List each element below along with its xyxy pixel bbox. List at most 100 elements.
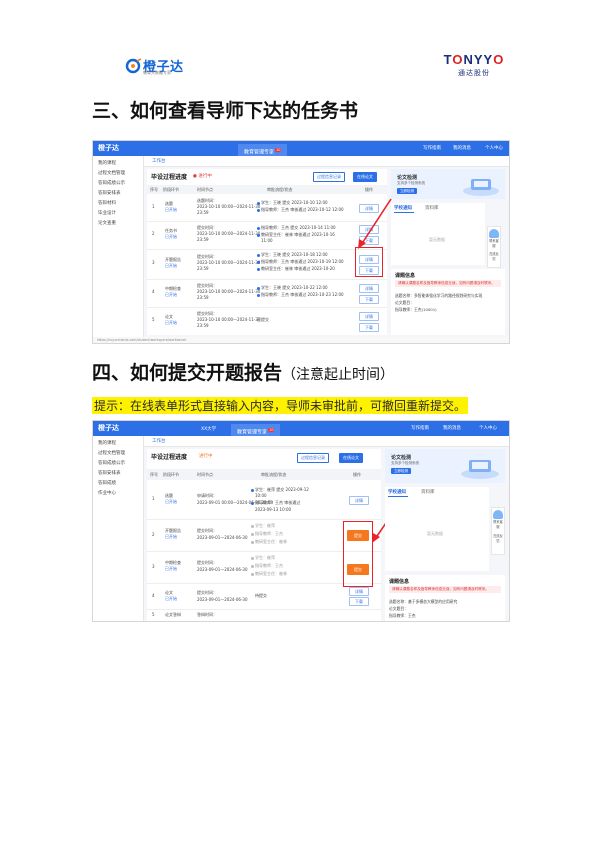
sidebar-item[interactable]: 我的课程 (93, 439, 143, 449)
sidebar-item[interactable]: 过程文档管理 (93, 169, 143, 179)
contact-service-button[interactable]: 联系客服 (492, 520, 504, 530)
sidebar-item[interactable]: 答辩材料 (93, 199, 143, 209)
topic-warning: 请确认课题名称及指导教师信息无误，如有问题请及时联系。 (389, 586, 501, 593)
sidebar-item[interactable]: 论文查重 (93, 219, 143, 229)
profile-link[interactable]: 个人中心 (485, 145, 503, 151)
table-header: 序号 阶段环节 时间节点 审批流程/状态 操作 (147, 469, 381, 480)
detail-button[interactable]: 详情 (359, 312, 379, 321)
tab-workbench[interactable]: 工作台 (152, 158, 166, 164)
feedback-button[interactable]: 在线反馈 (492, 534, 504, 544)
screenshot-task-book: 橙子达 教育管理专家 10 写作指南 我的消息 个人中心 我的课程 过程文档管理 … (92, 140, 510, 344)
tab-library[interactable]: 资料库 (425, 205, 439, 211)
topic-warning: 请确认课题名称及指导教师信息无误，如有问题请及时联系。 (395, 280, 501, 287)
tab-workbench[interactable]: 工作台 (152, 438, 166, 444)
section3-heading: 三、如何查看导师下达的任务书 (92, 100, 359, 122)
messages-link[interactable]: 我的消息 (453, 145, 471, 151)
topic-info-panel: 课题信息 请确认课题名称及指导教师信息无误，如有问题请及时联系。 选题名称：多智… (391, 269, 505, 335)
guide-link[interactable]: 写作指南 (423, 145, 441, 151)
app-tab[interactable]: 教育管理专家 10 (238, 144, 288, 156)
table-row: 2 任务书 已开始 提交时间： 2023-10-10 00:00—2024-11… (147, 221, 387, 250)
progress-panel: 毕设过程进度 ● 进行中 过程信息记录 在线论文 序号 阶段环节 时间节点 审批… (147, 169, 387, 335)
tab-library[interactable]: 资料库 (421, 489, 435, 495)
table-row: 5 论文答辩 答辩时间： (152, 612, 217, 617)
progress-panel: 毕设过程进度 进行中 过程信息记录 在线论文 序号 阶段环节 时间节点 审批流程… (147, 449, 381, 621)
sidebar-item[interactable]: 过程文档管理 (93, 449, 143, 459)
table-row: 5 论文 已开始 提交时间： 2023-10-10 00:00—2024-11-… (147, 307, 387, 335)
panel-title: 毕设过程进度 (151, 454, 188, 461)
platform-illustration-icon (463, 179, 499, 196)
feedback-button[interactable]: 在线反馈 (488, 252, 500, 262)
tab-school-notice[interactable]: 学校通知 (394, 205, 412, 211)
floating-toolbar: 联系客服 在线反馈 (491, 507, 505, 555)
topic-info-panel: 课题信息 请确认课题名称及指导教师信息无误，如有问题请及时联系。 选题名称：基于… (385, 575, 505, 621)
table-row: 4 中期检查 已开始 提交时间： 2023-10-10 00:00—2024-1… (147, 279, 387, 308)
check-now-button[interactable]: 立即检测 (391, 468, 411, 474)
notice-panel: 学校通知 资料库 暂无数据 (385, 487, 489, 571)
deadline-note: （注意起止时间） (282, 367, 395, 383)
tonyyo-logo: TONYYO 通达股份 (433, 52, 515, 82)
sidebar-item[interactable]: 我的课程 (93, 159, 143, 169)
download-button[interactable]: 下载 (359, 323, 379, 332)
browser-status-bar: https://cxy.orchardx.com/student/workspa… (93, 337, 509, 343)
topic-info-title: 课题信息 (395, 273, 416, 279)
detail-button[interactable]: 详情 (349, 587, 369, 596)
detail-button[interactable]: 详情 (349, 496, 369, 505)
contact-service-button[interactable]: 联系客服 (488, 239, 500, 249)
sidebar-item[interactable]: 毕业设计 (93, 209, 143, 219)
floating-toolbar: 联系客服 在线反馈 (487, 226, 501, 268)
thesis-check-card: 论文检测 支持多个检测系统 立即检测 (391, 169, 505, 199)
screenshot-submit-proposal: 橙子达 XX大学 教育管理专家 10 写作指南 我的消息 个人中心 我的课程 过程… (92, 420, 510, 622)
empty-state: 暂无数据 (427, 531, 443, 536)
check-now-button[interactable]: 立即检测 (397, 188, 417, 194)
app-topbar: 橙子达 XX大学 教育管理专家 10 写作指南 我的消息 个人中心 (93, 421, 509, 436)
subtab-bar: 工作台 (144, 436, 509, 447)
app-logo: 橙子达 (98, 144, 119, 152)
guide-link[interactable]: 写作指南 (411, 425, 429, 431)
sidebar-item[interactable]: 答辩成绩公示 (93, 459, 143, 469)
red-arrow-icon (358, 198, 392, 249)
app-logo: 橙子达 (98, 424, 119, 432)
status-badge: 进行中 (199, 454, 213, 459)
school-selector[interactable]: XX大学 (201, 426, 216, 432)
sidebar: 我的课程 过程文档管理 答辩成绩公示 答辩安排表 答辩材料 毕业设计 论文查重 (93, 156, 144, 343)
app-tab[interactable]: 教育管理专家 10 (231, 424, 281, 436)
assistant-avatar-icon (493, 510, 503, 519)
thesis-check-card: 论文检测 支持多个检测系统 立即检测 (385, 449, 505, 483)
process-record-button[interactable]: 过程信息记录 (297, 453, 329, 463)
process-record-button[interactable]: 过程信息记录 (313, 172, 345, 182)
download-button[interactable]: 下载 (359, 295, 379, 304)
panel-title: 毕设过程进度 (151, 174, 188, 181)
sidebar-item[interactable]: 答辩安排表 (93, 469, 143, 479)
sidebar-item[interactable]: 答辩安排表 (93, 189, 143, 199)
notice-panel: 学校通知 资料库 暂无数据 (391, 203, 485, 265)
table-header: 序号 阶段环节 时间节点 审批流程/状态 操作 (147, 185, 387, 194)
logo-mark-icon (125, 58, 142, 74)
detail-button[interactable]: 详情 (359, 284, 379, 293)
table-row: 1 选题 已开始 选题时间： 2023-10-10 00:00—2024-11-… (147, 195, 387, 222)
table-row: 3 开题报告 已开始 提交时间： 2023-10-10 00:00—2024-1… (147, 249, 387, 280)
sidebar-item[interactable]: 作业中心 (93, 489, 143, 499)
sidebar-item[interactable]: 答辩成绩 (93, 479, 143, 489)
tonyyo-wordmark: TONYYO (443, 52, 505, 67)
online-thesis-button[interactable]: 在线论文 (339, 453, 363, 463)
download-button[interactable]: 下载 (349, 597, 369, 606)
assistant-avatar-icon (489, 229, 499, 238)
empty-state: 暂无数据 (429, 237, 445, 242)
subtab-bar: 工作台 (144, 156, 509, 167)
messages-link[interactable]: 我的消息 (443, 425, 461, 431)
platform-illustration-icon (461, 460, 499, 479)
highlight-box (355, 247, 383, 277)
sidebar: 我的课程 过程文档管理 答辩成绩公示 答辩安排表 答辩成绩 作业中心 (93, 436, 144, 621)
table-row: 1 选题 已开始 申请时间： 2023-09-01 00:00—2024-06-… (147, 481, 381, 520)
online-thesis-button[interactable]: 在线论文 (353, 172, 377, 182)
tab-school-notice[interactable]: 学校通知 (388, 489, 406, 495)
topic-info-title: 课题信息 (389, 579, 410, 585)
chengzida-logo: 橙子达 教育大数据专家 (125, 56, 199, 78)
sidebar-item[interactable]: 答辩成绩公示 (93, 179, 143, 189)
table-row: 4 论文 已开始 提交时间： 2023-09-01—2024-06-30 待提交… (147, 583, 381, 610)
section4-heading: 四、如何提交开题报告（注意起止时间） (92, 362, 395, 384)
profile-link[interactable]: 个人中心 (479, 425, 497, 431)
logo-tagline: 教育大数据专家 (143, 70, 171, 75)
hint-text: 提示：在线表单形式直接输入内容，导师未审批前，可撤回重新提交。 (92, 397, 469, 414)
status-badge: ● 进行中 (193, 174, 212, 179)
